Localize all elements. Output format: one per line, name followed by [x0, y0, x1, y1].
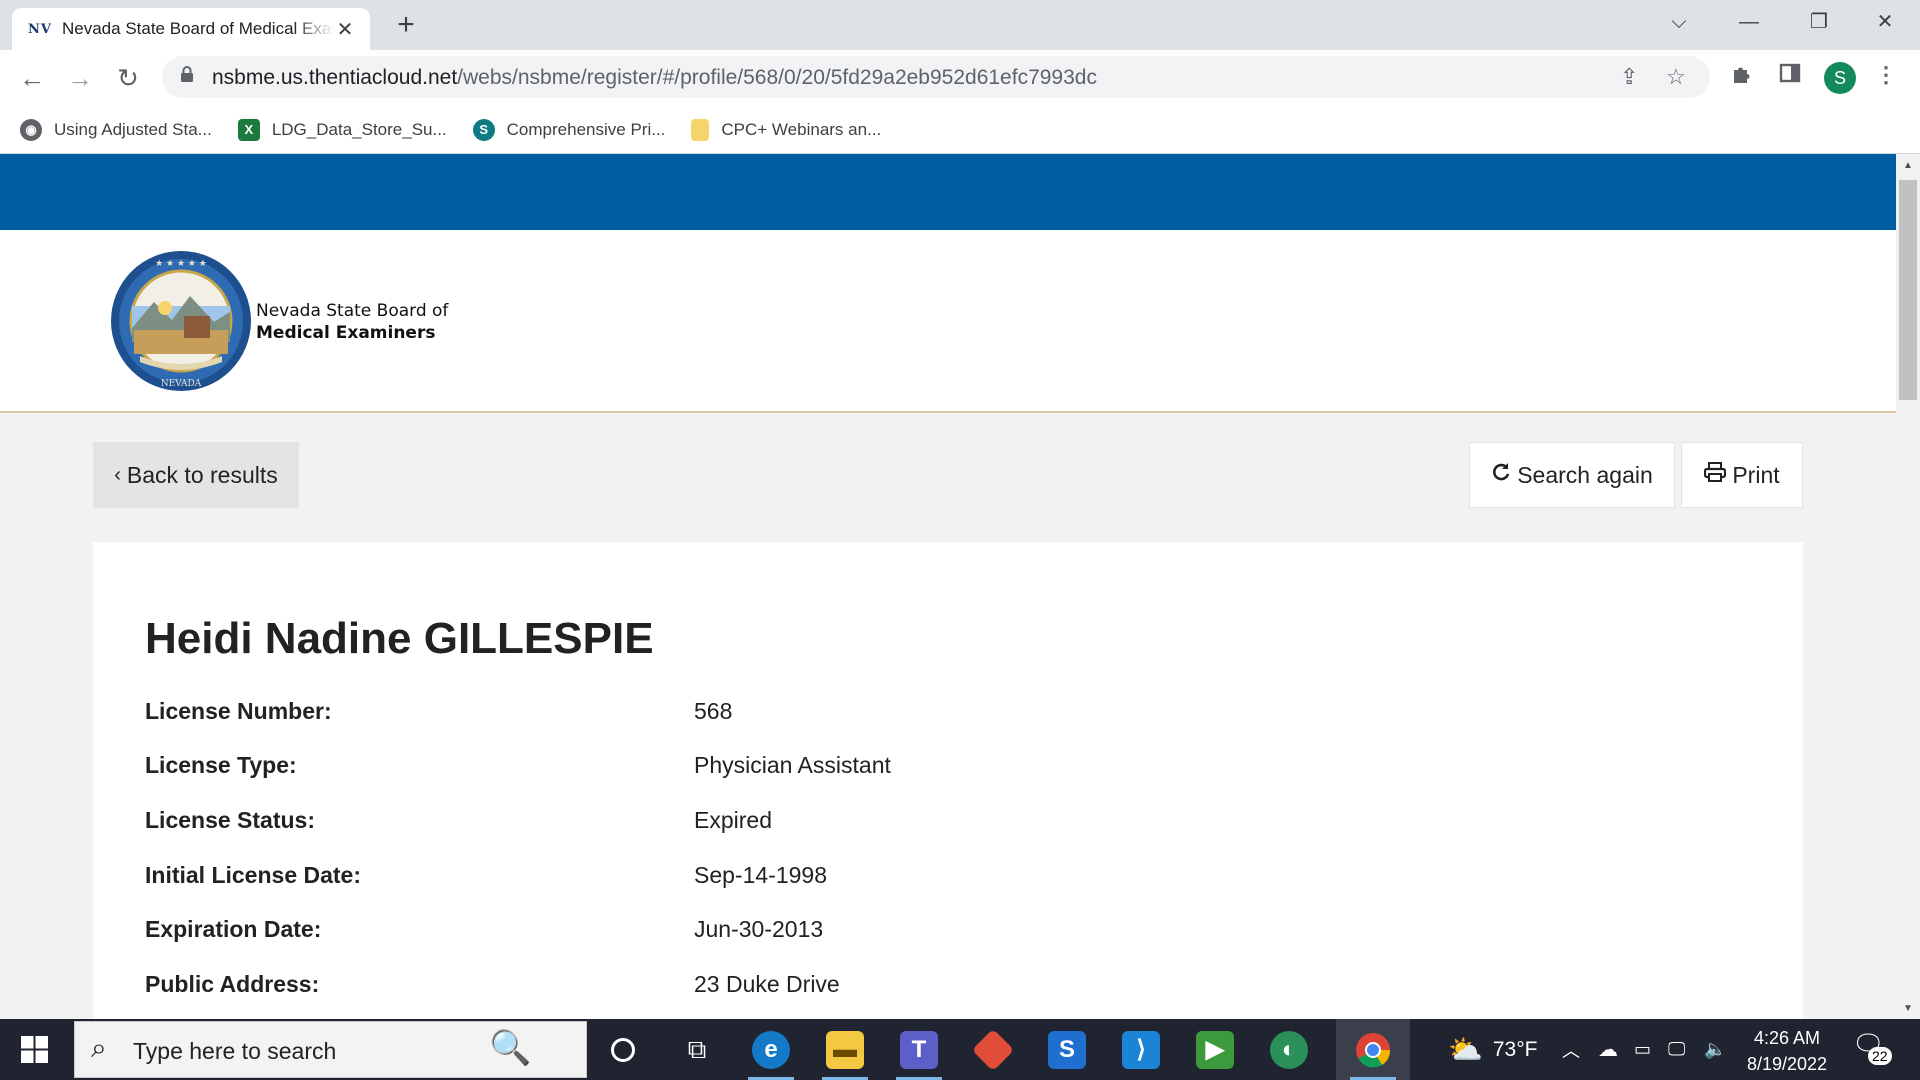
- minimize-button[interactable]: —: [1714, 0, 1784, 44]
- tab-strip: NV Nevada State Board of Medical Examine…: [0, 0, 1920, 50]
- site-header: ★ ★ ★ ★ ★ NEVADA Nevada State Board of M…: [0, 230, 1896, 413]
- bookmark-item[interactable]: X LDG_Data_Store_Su...: [237, 118, 447, 141]
- bookmark-item[interactable]: ◉ Using Adjusted Sta...: [20, 118, 212, 141]
- chrome-icon[interactable]: [1336, 1019, 1410, 1080]
- windows-start-icon[interactable]: [12, 1033, 58, 1067]
- share-icon[interactable]: ⇪: [1620, 64, 1638, 90]
- tab-search-chevron-icon[interactable]: ⌵: [1644, 0, 1714, 44]
- practitioner-name: Heidi Nadine GILLESPIE: [145, 614, 654, 663]
- taskbar-search-placeholder: Type here to search: [133, 1038, 337, 1064]
- scroll-up-arrow-icon[interactable]: ▲: [1896, 156, 1920, 176]
- media-player-icon[interactable]: ▶: [1178, 1019, 1252, 1080]
- license-number-row: License Number: 568: [145, 698, 733, 724]
- url-text[interactable]: nsbme.us.thentiacloud.net/webs/nsbme/reg…: [212, 66, 1097, 90]
- system-clock[interactable]: 4:26 AM 8/19/2022: [1732, 1025, 1842, 1077]
- excel-icon: X: [237, 118, 260, 141]
- scrollbar-thumb[interactable]: [1899, 180, 1917, 400]
- address-bar[interactable]: nsbme.us.thentiacloud.net/webs/nsbme/reg…: [162, 56, 1710, 98]
- file-explorer-icon[interactable]: ▬: [808, 1019, 882, 1080]
- back-to-results-button[interactable]: ‹ Back to results: [93, 442, 299, 508]
- teams-icon[interactable]: T: [882, 1019, 956, 1080]
- volume-icon[interactable]: 🔈: [1704, 1019, 1726, 1080]
- app-s-icon[interactable]: S: [1030, 1019, 1104, 1080]
- profile-avatar[interactable]: S: [1824, 62, 1856, 94]
- lock-icon: [180, 65, 194, 88]
- refresh-icon: [1491, 462, 1511, 488]
- svg-text:★ ★ ★ ★ ★: ★ ★ ★ ★ ★: [155, 259, 207, 269]
- edge-icon[interactable]: e: [734, 1019, 808, 1080]
- browser-toolbar: ← → ↻ nsbme.us.thentiacloud.net/webs/nsb…: [0, 50, 1920, 106]
- chevron-left-icon: ‹: [114, 463, 121, 486]
- brand-line1: Nevada State Board of: [256, 301, 449, 321]
- print-icon: [1704, 462, 1727, 488]
- globe-app-icon[interactable]: ◐: [1252, 1019, 1326, 1080]
- site-brand[interactable]: Nevada State Board of Medical Examiners: [256, 300, 448, 344]
- page-scrollbar[interactable]: ▲ ▼: [1896, 154, 1920, 1019]
- windows-taskbar: ⌕ Type here to search 🔍 ⧉ e ▬ T S ⟩ ▶ ◐ …: [0, 1019, 1920, 1080]
- folder-icon: [691, 118, 710, 141]
- brand-line2: Medical Examiners: [256, 323, 436, 343]
- profile-card: Heidi Nadine GILLESPIE License Number: 5…: [93, 542, 1803, 1019]
- extensions-puzzle-icon[interactable]: [1726, 62, 1758, 92]
- state-seal-logo[interactable]: ★ ★ ★ ★ ★ NEVADA: [110, 250, 252, 392]
- onedrive-cloud-icon[interactable]: ☁: [1598, 1019, 1618, 1080]
- top-banner: [0, 154, 1896, 230]
- scroll-down-arrow-icon[interactable]: ▼: [1896, 999, 1920, 1019]
- tab-active[interactable]: NV Nevada State Board of Medical Examine…: [12, 8, 370, 50]
- taskbar-search-box[interactable]: ⌕ Type here to search 🔍: [74, 1021, 587, 1078]
- show-hidden-icons-chevron-icon[interactable]: ︿: [1562, 1019, 1580, 1080]
- vscode-icon[interactable]: ⟩: [1104, 1019, 1178, 1080]
- more-menu-icon[interactable]: ⋮: [1870, 62, 1902, 88]
- bookmark-item[interactable]: S Comprehensive Pri...: [472, 118, 665, 141]
- weather-temp: 73°F: [1492, 1037, 1538, 1061]
- globe-icon: ◉: [20, 118, 42, 141]
- app-diamond-icon[interactable]: [956, 1019, 1030, 1080]
- clock-time: 4:26 AM: [1753, 1028, 1821, 1048]
- svg-text:NEVADA: NEVADA: [161, 379, 202, 389]
- search-again-button[interactable]: Search again: [1469, 442, 1675, 508]
- new-tab-button[interactable]: +: [390, 10, 422, 42]
- browser-chrome: NV Nevada State Board of Medical Examine…: [0, 0, 1920, 154]
- close-window-button[interactable]: ✕: [1850, 0, 1920, 44]
- side-panel-icon[interactable]: [1774, 62, 1806, 90]
- weather-widget[interactable]: ⛅ 73°F: [1448, 1019, 1537, 1080]
- cortana-icon[interactable]: [586, 1019, 660, 1080]
- tab-title: Nevada State Board of Medical Examiners: [62, 19, 334, 38]
- bookmark-item[interactable]: CPC+ Webinars an...: [691, 118, 881, 141]
- license-type-row: License Type: Physician Assistant: [145, 752, 891, 778]
- license-status-row: License Status: Expired: [145, 807, 772, 833]
- initial-license-date-row: Initial License Date: Sep-14-1998: [145, 862, 827, 888]
- notification-center-icon[interactable]: 🗨 22: [1852, 1029, 1894, 1071]
- sharepoint-icon: S: [472, 118, 495, 141]
- tab-favicon: NV: [28, 21, 52, 37]
- expiration-date-row: Expiration Date: Jun-30-2013: [145, 916, 824, 942]
- partly-cloudy-icon: ⛅: [1448, 1034, 1483, 1065]
- print-button[interactable]: Print: [1681, 442, 1803, 508]
- forward-arrow-icon[interactable]: →: [62, 60, 98, 96]
- restore-button[interactable]: ❐: [1784, 0, 1854, 44]
- page-viewport: ★ ★ ★ ★ ★ NEVADA Nevada State Board of M…: [0, 154, 1896, 1019]
- search-highlight-icon: 🔍: [489, 1029, 532, 1067]
- search-icon: ⌕: [91, 1032, 107, 1063]
- close-tab-icon[interactable]: ✕: [334, 17, 356, 42]
- bookmark-star-icon[interactable]: ☆: [1666, 64, 1686, 90]
- battery-icon[interactable]: ▭: [1634, 1019, 1651, 1080]
- notification-count-badge: 22: [1868, 1047, 1892, 1065]
- back-arrow-icon[interactable]: ←: [14, 60, 50, 96]
- network-icon[interactable]: 🖵: [1668, 1019, 1685, 1080]
- public-address-row: Public Address: 23 Duke Drive: [145, 971, 840, 997]
- clock-date: 8/19/2022: [1746, 1054, 1828, 1074]
- reload-icon[interactable]: ↻: [110, 60, 146, 96]
- task-view-icon[interactable]: ⧉: [660, 1019, 734, 1080]
- bookmarks-bar: ◉ Using Adjusted Sta... X LDG_Data_Store…: [0, 106, 1920, 154]
